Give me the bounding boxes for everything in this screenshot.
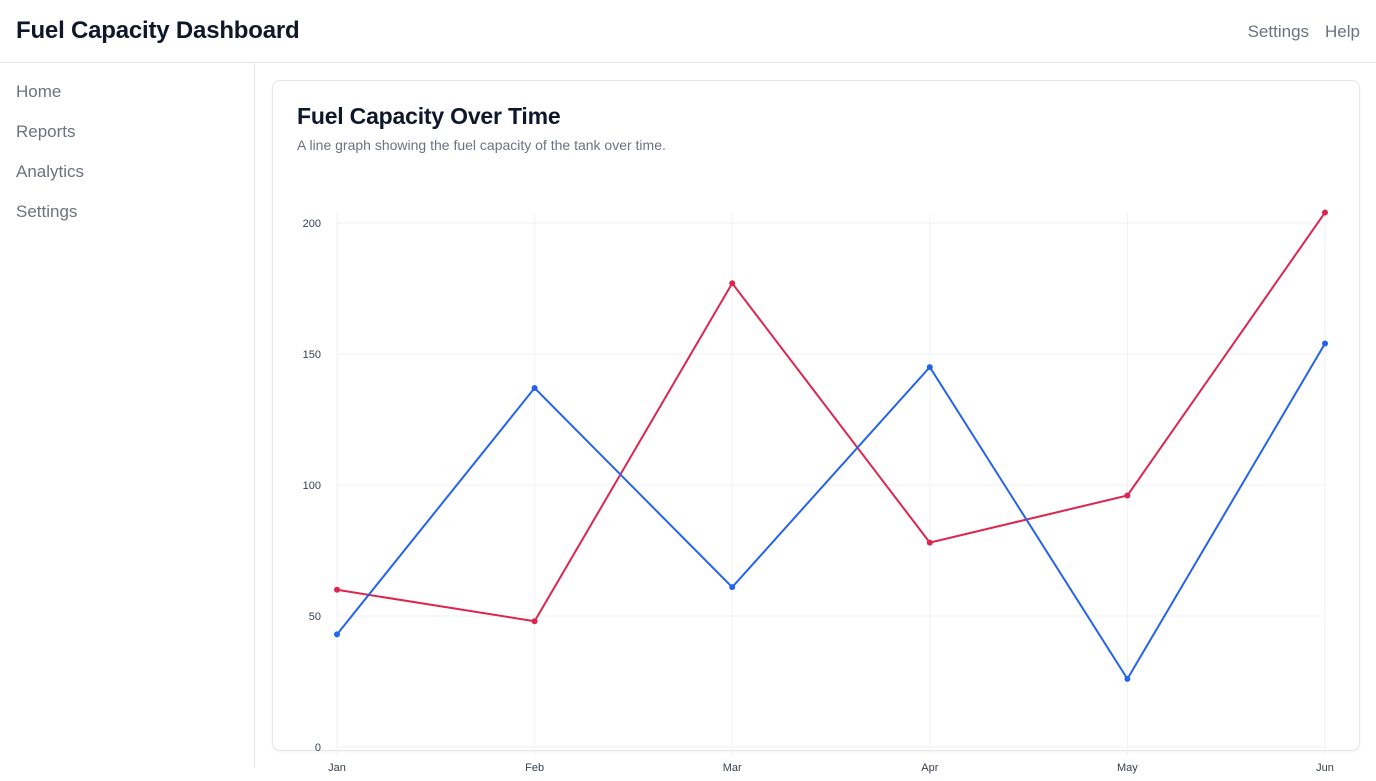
series-point (334, 586, 340, 593)
y-tick-label: 200 (303, 218, 321, 230)
fuel-capacity-line-chart: 0 50 100 150 200 Jan Feb Mar Apr May Jun (303, 209, 1334, 774)
top-nav-settings-link[interactable]: Settings (1248, 22, 1309, 42)
x-tick-label: Jan (328, 762, 346, 774)
series-line (336, 211, 1326, 623)
sidebar: Home Reports Analytics Settings (0, 63, 255, 768)
top-header: Fuel Capacity Dashboard Settings Help (0, 0, 1376, 63)
sidebar-item-settings[interactable]: Settings (16, 202, 77, 222)
series-point (531, 618, 538, 625)
x-tick-label: Apr (921, 762, 938, 774)
series-point (729, 280, 736, 287)
top-nav-help-link[interactable]: Help (1325, 22, 1360, 42)
x-tick-label: Jun (1316, 762, 1334, 774)
x-tick-label: May (1117, 762, 1138, 774)
series-point (1124, 492, 1131, 499)
series-point (729, 584, 736, 591)
app-title: Fuel Capacity Dashboard (16, 17, 300, 44)
series-point (1322, 340, 1328, 347)
x-tick-label: Feb (525, 762, 544, 774)
series-point (334, 631, 340, 638)
y-tick-label: 0 (315, 742, 321, 754)
sidebar-item-analytics[interactable]: Analytics (16, 162, 84, 182)
sidebar-item-reports[interactable]: Reports (16, 122, 76, 142)
series-point (1124, 675, 1131, 682)
series-point (1322, 209, 1328, 216)
y-tick-label: 150 (303, 349, 321, 361)
series-line (336, 343, 1326, 681)
series-point (531, 385, 538, 392)
chart-card: Fuel Capacity Over Time A line graph sho… (272, 80, 1360, 774)
y-tick-label: 100 (303, 480, 321, 492)
top-nav: Settings Help (1248, 22, 1360, 42)
y-tick-label: 50 (309, 611, 321, 623)
x-tick-label: Mar (723, 762, 742, 774)
series-point (926, 364, 933, 371)
series-point (926, 539, 933, 546)
sidebar-item-home[interactable]: Home (16, 82, 61, 102)
